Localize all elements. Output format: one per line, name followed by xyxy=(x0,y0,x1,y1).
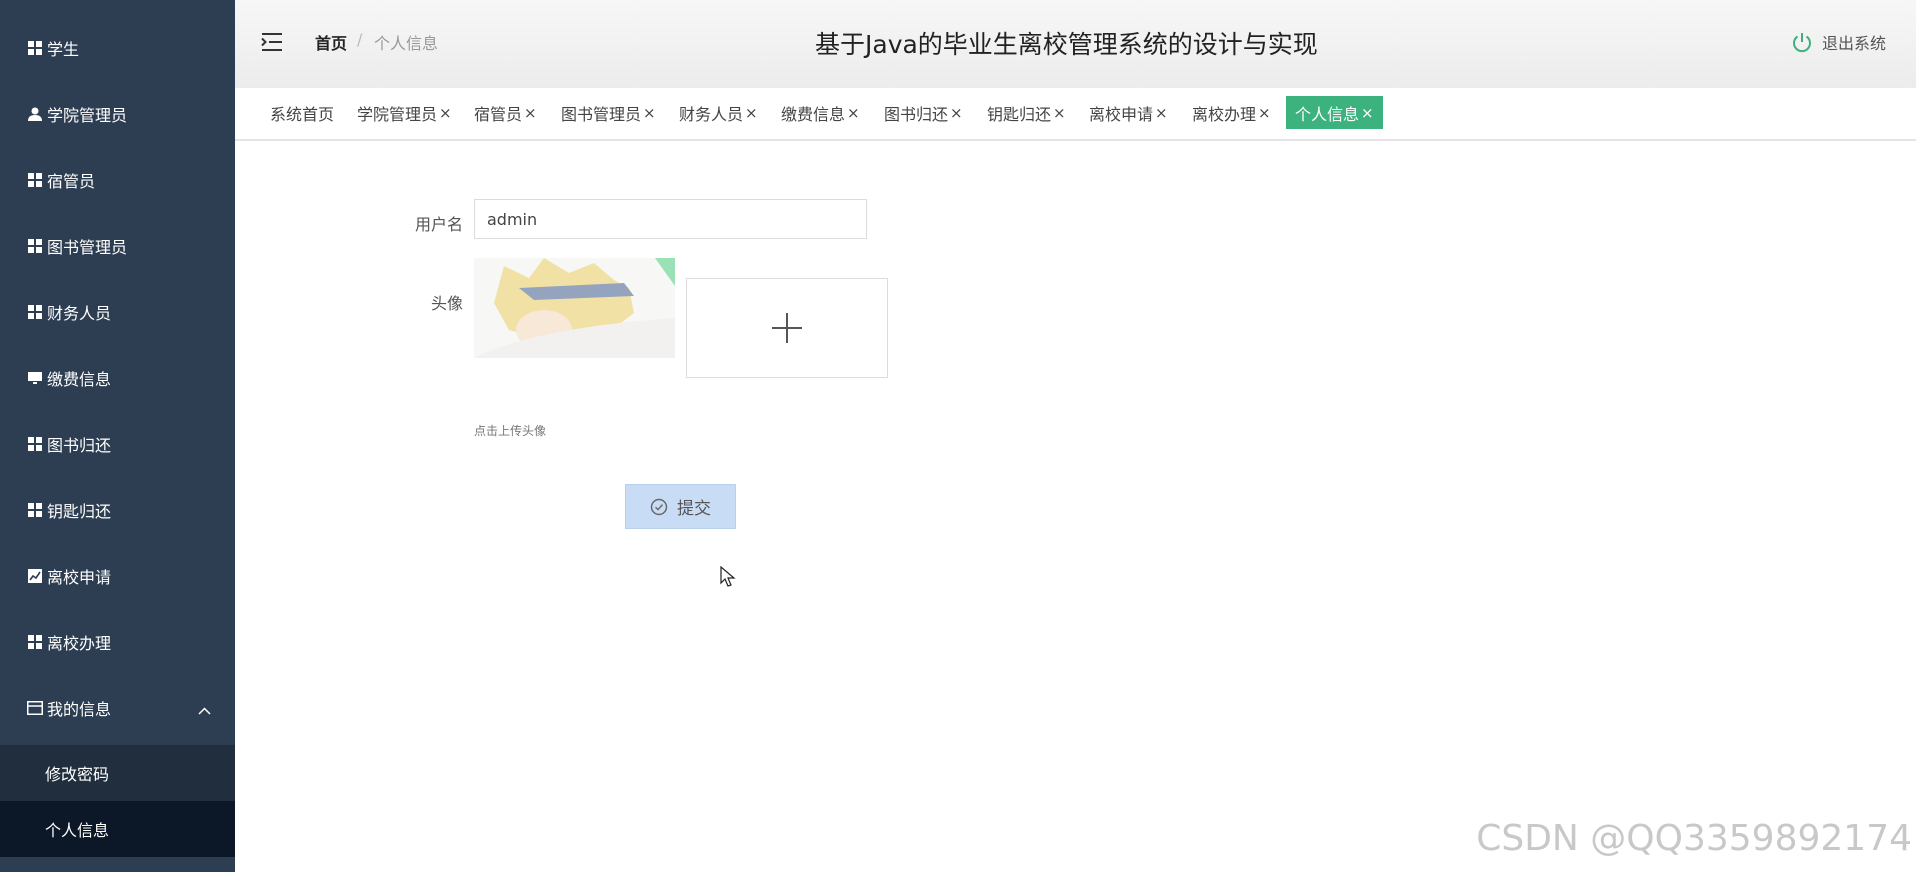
sidebar-item-leave-apply[interactable]: 离校申请 xyxy=(0,543,235,609)
tab-label: 缴费信息 xyxy=(781,104,846,124)
grid-icon xyxy=(27,40,43,56)
username-input[interactable] xyxy=(474,199,867,239)
close-icon[interactable]: × xyxy=(439,104,452,122)
tab-label: 个人信息 xyxy=(1295,104,1360,124)
tab-leave-process[interactable]: 离校办理 × xyxy=(1183,96,1280,129)
monitor-icon xyxy=(27,370,43,386)
sidebar-item-label: 离校申请 xyxy=(47,568,112,587)
upload-hint: 点击上传头像 xyxy=(474,424,547,438)
close-icon[interactable]: × xyxy=(745,104,758,122)
username-label: 用户名 xyxy=(415,215,464,234)
tab-dorm-manager[interactable]: 宿管员 × xyxy=(465,96,546,129)
sidebar-item-book-return[interactable]: 图书归还 xyxy=(0,411,235,477)
sidebar-item-librarian[interactable]: 图书管理员 xyxy=(0,213,235,279)
menu-toggle-icon[interactable] xyxy=(259,30,283,54)
close-icon[interactable]: × xyxy=(643,104,656,122)
tab-college-admin[interactable]: 学院管理员 × xyxy=(348,96,461,129)
sidebar-item-label: 财务人员 xyxy=(47,304,112,323)
sidebar-item-label: 离校办理 xyxy=(47,634,112,653)
user-icon xyxy=(27,106,43,122)
watermark: CSDN @QQ3359892174 xyxy=(1476,818,1912,859)
tab-label: 图书管理员 xyxy=(561,104,642,124)
sidebar-item-my-info[interactable]: 我的信息 xyxy=(0,675,235,741)
sidebar-item-finance[interactable]: 财务人员 xyxy=(0,279,235,345)
tab-leave-apply[interactable]: 离校申请 × xyxy=(1080,96,1177,129)
chevron-up-icon xyxy=(198,700,211,719)
close-icon[interactable]: × xyxy=(1361,104,1374,122)
sidebar-item-label: 图书归还 xyxy=(47,436,112,455)
tab-label: 离校申请 xyxy=(1089,104,1154,124)
tab-label: 离校办理 xyxy=(1192,104,1257,124)
check-circle-icon xyxy=(650,498,668,515)
sidebar-item-label: 宿管员 xyxy=(47,172,96,191)
sidebar: 学生 学院管理员 宿管员 图书管理员 财务人员 缴费信息 图书归还 钥匙归还 离… xyxy=(0,0,235,872)
plus-icon xyxy=(772,313,802,343)
sidebar-item-dorm-manager[interactable]: 宿管员 xyxy=(0,147,235,213)
tab-bar: 系统首页 学院管理员 × 宿管员 × 图书管理员 × 财务人员 × 缴费信息 × 图书归还… xyxy=(235,88,1916,141)
tab-label: 宿管员 xyxy=(474,104,523,124)
breadcrumb-separator: / xyxy=(357,30,363,49)
sidebar-item-students[interactable]: 学生 xyxy=(0,15,235,81)
sidebar-item-key-return[interactable]: 钥匙归还 xyxy=(0,477,235,543)
tab-label: 学院管理员 xyxy=(357,104,438,124)
sidebar-subitem-label: 修改密码 xyxy=(45,765,110,784)
submit-label: 提交 xyxy=(677,499,711,519)
sidebar-item-label: 学院管理员 xyxy=(47,106,128,125)
tab-label: 图书归还 xyxy=(884,104,949,124)
sidebar-subitem-change-password[interactable]: 修改密码 xyxy=(0,745,235,801)
breadcrumb-current: 个人信息 xyxy=(374,34,439,53)
close-icon[interactable]: × xyxy=(1053,104,1066,122)
sidebar-item-label: 我的信息 xyxy=(47,700,112,719)
grid-icon xyxy=(27,436,43,452)
tab-label: 财务人员 xyxy=(679,104,744,124)
sidebar-item-label: 学生 xyxy=(47,40,80,59)
tab-label: 钥匙归还 xyxy=(987,104,1052,124)
submit-button[interactable]: 提交 xyxy=(625,484,736,529)
sidebar-item-label: 钥匙归还 xyxy=(47,502,112,521)
logout-label: 退出系统 xyxy=(1821,34,1886,53)
grid-icon xyxy=(27,634,43,650)
close-icon[interactable]: × xyxy=(1155,104,1168,122)
close-icon[interactable]: × xyxy=(950,104,963,122)
sidebar-subitem-label: 个人信息 xyxy=(45,821,110,840)
sidebar-subitem-personal-info[interactable]: 个人信息 xyxy=(0,801,235,857)
sidebar-item-label: 图书管理员 xyxy=(47,238,128,257)
grid-icon xyxy=(27,304,43,320)
tab-finance[interactable]: 财务人员 × xyxy=(670,96,767,129)
tab-label: 系统首页 xyxy=(270,104,335,124)
grid-icon xyxy=(27,172,43,188)
chart-icon xyxy=(27,568,43,584)
power-icon xyxy=(1793,33,1811,53)
tab-system-home[interactable]: 系统首页 xyxy=(261,96,343,129)
avatar-label: 头像 xyxy=(431,294,464,313)
mouse-cursor-icon xyxy=(720,565,736,592)
tab-personal-info[interactable]: 个人信息 × xyxy=(1286,96,1383,129)
close-icon[interactable]: × xyxy=(847,104,860,122)
grid-icon xyxy=(27,238,43,254)
tab-payment[interactable]: 缴费信息 × xyxy=(772,96,869,129)
avatar-image[interactable] xyxy=(474,258,675,358)
close-icon[interactable]: × xyxy=(524,104,537,122)
avatar-upload-button[interactable] xyxy=(686,278,888,378)
top-header: 首页 / 个人信息 基于Java的毕业生离校管理系统的设计与实现 退出系统 xyxy=(235,0,1916,88)
breadcrumb-home[interactable]: 首页 xyxy=(315,30,347,54)
sidebar-item-payment[interactable]: 缴费信息 xyxy=(0,345,235,411)
tab-key-return[interactable]: 钥匙归还 × xyxy=(978,96,1075,129)
system-title: 基于Java的毕业生离校管理系统的设计与实现 xyxy=(815,30,1318,59)
tab-librarian[interactable]: 图书管理员 × xyxy=(552,96,665,129)
sidebar-item-leave-process[interactable]: 离校办理 xyxy=(0,609,235,675)
close-icon[interactable]: × xyxy=(1258,104,1271,122)
logout-button[interactable]: 退出系统 xyxy=(1791,30,1886,54)
grid-icon xyxy=(27,502,43,518)
card-icon xyxy=(27,700,43,716)
sidebar-item-label: 缴费信息 xyxy=(47,370,112,389)
sidebar-item-college-admin[interactable]: 学院管理员 xyxy=(0,81,235,147)
tab-book-return[interactable]: 图书归还 × xyxy=(875,96,972,129)
